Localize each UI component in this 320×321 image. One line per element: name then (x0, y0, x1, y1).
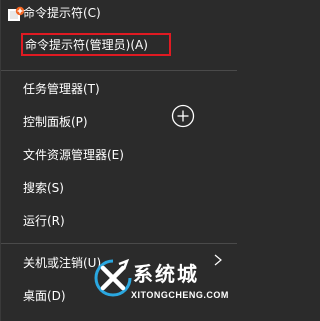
xitongcheng-logo-icon (94, 258, 132, 297)
menu-item-label: 文件资源管理器(E) (23, 148, 124, 162)
menu-separator (1, 70, 237, 71)
menu-item-label: 任务管理器(T) (23, 82, 100, 96)
watermark-name: 系统城 (133, 262, 199, 286)
plus-circle-icon[interactable] (171, 104, 195, 128)
menu-item-command-prompt[interactable]: 命令提示符(C) (23, 1, 101, 25)
menu-item-run[interactable]: 运行(R) (23, 209, 65, 233)
menu-item-shutdown[interactable]: 关机或注销(U) (23, 251, 101, 275)
watermark-url: XITONGCHENG.COM (131, 290, 229, 300)
menu-item-label: 搜索(S) (23, 181, 64, 195)
menu-item-label: 命令提示符(管理员)(A) (25, 38, 148, 52)
menu-item-task-manager[interactable]: 任务管理器(T) (23, 77, 100, 101)
menu-item-label: 命令提示符(C) (23, 6, 101, 20)
menu-item-desktop[interactable]: 桌面(D) (23, 284, 66, 308)
menu-item-search[interactable]: 搜索(S) (23, 176, 64, 200)
menu-item-label: 控制面板(P) (23, 115, 88, 129)
menu-item-control-panel[interactable]: 控制面板(P) (23, 110, 88, 134)
menu-item-label: 运行(R) (23, 214, 65, 228)
watermark: 系统城 XITONGCHENG.COM (93, 256, 238, 318)
menu-item-label: 关机或注销(U) (23, 256, 102, 270)
menu-separator (1, 243, 237, 244)
menu-item-label: 桌面(D) (23, 289, 66, 303)
menu-item-file-explorer[interactable]: 文件资源管理器(E) (23, 143, 124, 167)
context-menu: 命令提示符(C) 命令提示符(管理员)(A) 任务管理器(T) 控制面板(P) … (0, 0, 237, 321)
menu-item-command-prompt-admin[interactable]: 命令提示符(管理员)(A) (25, 33, 148, 57)
